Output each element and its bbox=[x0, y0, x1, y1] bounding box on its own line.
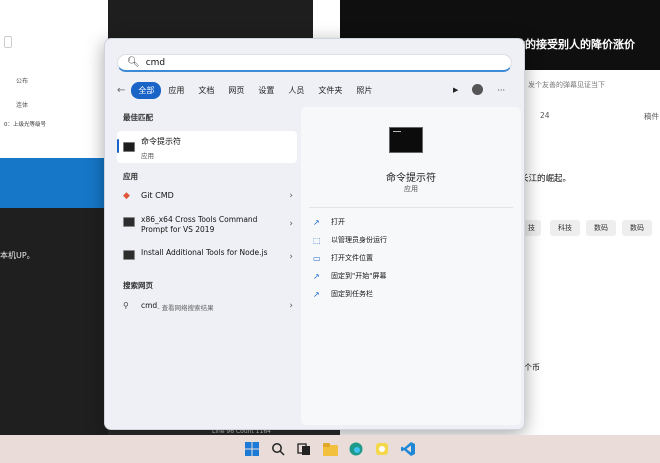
filter-settings[interactable]: 设置 bbox=[251, 82, 281, 99]
cmd-icon bbox=[123, 142, 135, 152]
filter-people[interactable]: 人员 bbox=[281, 82, 311, 99]
task-view-icon[interactable] bbox=[294, 439, 314, 459]
divider bbox=[309, 207, 513, 208]
vscode-icon[interactable] bbox=[398, 439, 418, 459]
search-icon[interactable] bbox=[268, 439, 288, 459]
background-window-mid bbox=[108, 0, 313, 40]
action-label: 以管理员身份运行 bbox=[331, 236, 387, 244]
pin-icon: ↗ bbox=[313, 271, 320, 281]
bg-line: 0：上级光等级号 bbox=[4, 122, 46, 128]
app-install-additional-tools-node[interactable]: Install Additional Tools for Node.js › bbox=[123, 248, 305, 270]
action-label: 打开 bbox=[331, 218, 345, 226]
action-pin-to-taskbar[interactable]: ↗ 固定到任务栏 bbox=[313, 289, 373, 299]
bg-line: 本机UP。 bbox=[0, 251, 35, 260]
background-window-mid2 bbox=[313, 0, 340, 40]
web-search-item[interactable]: ⚲ cmd - 查看网络搜索结果 › bbox=[123, 301, 305, 315]
taskbar bbox=[0, 435, 660, 463]
filter-photos[interactable]: 照片 bbox=[349, 82, 379, 99]
shield-icon: ⬚ bbox=[313, 235, 321, 245]
open-icon: ↗ bbox=[313, 217, 320, 227]
cmd-icon bbox=[123, 250, 135, 260]
bg-side-label: 稿件 bbox=[644, 112, 659, 121]
file-explorer-icon[interactable] bbox=[320, 439, 340, 459]
dropdown-icon bbox=[4, 36, 12, 48]
app-git-cmd[interactable]: ◆ Git CMD › bbox=[123, 191, 305, 205]
windows-icon[interactable] bbox=[242, 439, 262, 459]
web-query: cmd bbox=[141, 301, 158, 310]
app-name: Install Additional Tools for Node.js bbox=[141, 248, 268, 257]
pin-icon: ↗ bbox=[313, 289, 320, 299]
preview-title: 命令提示符 bbox=[386, 173, 436, 184]
folder-icon: ▭ bbox=[313, 253, 321, 263]
chevron-right-icon[interactable]: › bbox=[289, 252, 293, 262]
action-run-as-admin[interactable]: ⬚ 以管理员身份运行 bbox=[313, 235, 387, 245]
web-search-heading: 搜索网页 bbox=[123, 281, 153, 290]
action-label: 打开文件位置 bbox=[331, 254, 373, 262]
search-icon: ⚲ bbox=[123, 301, 129, 310]
filter-web[interactable]: 网页 bbox=[221, 82, 251, 99]
best-match-item[interactable]: 命令提示符 应用 bbox=[117, 131, 297, 163]
start-menu: 🔍︎ cmd ← 全部 应用 文档 网页 设置 人员 文件夹 照片 ▶ ··· … bbox=[104, 38, 525, 430]
bg-danmaku-input: 发个友善的弹幕见证当下 bbox=[528, 81, 605, 89]
bg-body-text: 长江的崛起。 bbox=[520, 174, 572, 184]
bg-coin-text: 个币 bbox=[524, 363, 540, 372]
selection-indicator bbox=[117, 139, 119, 153]
bg-headline: 动的接受别人的降价涨价 bbox=[514, 38, 635, 51]
chevron-right-icon[interactable]: › bbox=[289, 301, 293, 311]
chevron-right-icon[interactable]: › bbox=[289, 191, 293, 201]
search-icon: 🔍︎ bbox=[127, 57, 140, 68]
bg-tag: 数码 bbox=[622, 220, 652, 236]
search-box[interactable]: 🔍︎ cmd bbox=[117, 54, 512, 72]
preview-type: 应用 bbox=[404, 185, 418, 193]
preview-pane: 命令提示符 应用 ↗ 打开 ⬚ 以管理员身份运行 ▭ 打开文件位置 ↗ 固定到"… bbox=[301, 107, 521, 425]
app-icon[interactable] bbox=[372, 439, 392, 459]
action-open[interactable]: ↗ 打开 bbox=[313, 217, 345, 227]
cmd-large-icon bbox=[389, 127, 423, 153]
edge-icon[interactable] bbox=[346, 439, 366, 459]
search-input[interactable]: cmd bbox=[146, 58, 165, 68]
filter-all[interactable]: 全部 bbox=[131, 81, 162, 99]
filter-apps[interactable]: 应用 bbox=[161, 82, 191, 99]
action-label: 固定到"开始"屏幕 bbox=[331, 272, 387, 280]
best-match-name: 命令提示符 bbox=[141, 137, 181, 146]
best-match-heading: 最佳匹配 bbox=[123, 113, 153, 122]
bg-tag: 科技 bbox=[550, 220, 580, 236]
best-match-type: 应用 bbox=[141, 152, 154, 160]
more-options-icon[interactable]: ··· bbox=[490, 83, 512, 98]
apps-heading: 应用 bbox=[123, 172, 138, 181]
avatar[interactable] bbox=[465, 81, 490, 100]
action-open-file-location[interactable]: ▭ 打开文件位置 bbox=[313, 253, 373, 263]
app-x86-x64-cross-tools[interactable]: x86_x64 Cross Tools Command Prompt for V… bbox=[123, 215, 305, 237]
bg-line: 公布 bbox=[16, 78, 29, 85]
back-arrow-icon[interactable]: ← bbox=[117, 85, 125, 96]
bg-tag: 数码 bbox=[586, 220, 616, 236]
action-label: 固定到任务栏 bbox=[331, 290, 373, 298]
app-name: x86_x64 Cross Tools Command Prompt for V… bbox=[141, 215, 258, 234]
bg-line: 连体 bbox=[16, 102, 29, 109]
background-window-left: 公布 连体 0：上级光等级号 本机UP。 bbox=[0, 0, 108, 435]
chevron-right-icon[interactable]: › bbox=[289, 219, 293, 229]
bg-dark-area bbox=[0, 208, 108, 435]
filter-documents[interactable]: 文档 bbox=[191, 82, 221, 99]
cmd-icon bbox=[123, 217, 135, 227]
filter-folders[interactable]: 文件夹 bbox=[311, 82, 349, 99]
web-query-suffix: - 查看网络搜索结果 bbox=[157, 304, 214, 312]
filter-bar: ← 全部 应用 文档 网页 设置 人员 文件夹 照片 ▶ ··· bbox=[117, 81, 512, 100]
app-name: Git CMD bbox=[141, 191, 174, 200]
bg-banner bbox=[0, 158, 108, 208]
git-icon: ◆ bbox=[123, 191, 130, 201]
more-filters-play-icon[interactable]: ▶ bbox=[446, 83, 465, 97]
bg-like-count: 24 bbox=[540, 111, 550, 120]
action-pin-to-start[interactable]: ↗ 固定到"开始"屏幕 bbox=[313, 271, 386, 281]
